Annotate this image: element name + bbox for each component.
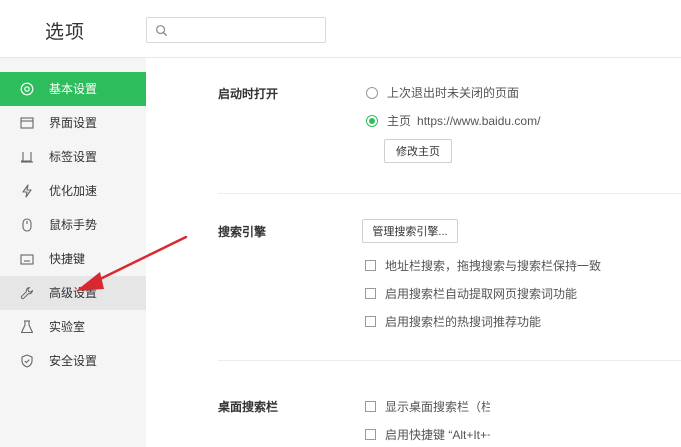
sidebar-item-label: 快捷键 bbox=[49, 252, 86, 266]
section-divider bbox=[218, 360, 681, 361]
sidebar: 基本设置 界面设置 标签设置 优化加速 鼠标手势 快捷键 高级设置 实验室 安全… bbox=[0, 58, 146, 447]
sidebar-item-label: 标签设置 bbox=[49, 150, 98, 164]
startup-option-last-session[interactable]: 上次退出时未关闭的页面 bbox=[366, 84, 519, 101]
option-label: 地址栏搜索，拖拽搜索与搜索栏保持一致 bbox=[385, 259, 602, 273]
sidebar-item-security-settings[interactable]: 安全设置 bbox=[0, 344, 146, 378]
startup-section-label: 启动时打开 bbox=[218, 87, 279, 101]
sidebar-item-label: 界面设置 bbox=[49, 116, 98, 130]
option-label: 启用搜索栏自动提取网页搜索词功能 bbox=[385, 287, 578, 301]
option-label: 启用搜索栏的热搜词推荐功能 bbox=[385, 315, 542, 329]
sidebar-item-interface-settings[interactable]: 界面设置 bbox=[0, 106, 146, 140]
search-option-extract[interactable]: 启用搜索栏自动提取网页搜索词功能 bbox=[365, 285, 577, 302]
page-title: 选项 bbox=[45, 22, 86, 43]
search-option-hot-words[interactable]: 启用搜索栏的热搜词推荐功能 bbox=[365, 313, 541, 330]
checkbox-desktop-hotkey[interactable] bbox=[365, 429, 376, 440]
sidebar-item-basic-settings[interactable]: 基本设置 bbox=[0, 72, 146, 106]
search-engine-section-label: 搜索引擎 bbox=[218, 225, 267, 239]
wrench-icon bbox=[20, 286, 34, 300]
sidebar-item-label: 实验室 bbox=[49, 320, 86, 334]
radio-homepage[interactable] bbox=[366, 114, 378, 127]
sidebar-item-tab-settings[interactable]: 标签设置 bbox=[0, 140, 146, 174]
sidebar-item-label: 高级设置 bbox=[49, 286, 98, 300]
option-label: 显示桌面搜索栏（栏 bbox=[385, 400, 494, 414]
sidebar-item-label: 优化加速 bbox=[49, 184, 98, 198]
desktop-search-option-show[interactable]: 显示桌面搜索栏（栏 bbox=[365, 398, 493, 415]
search-box[interactable] bbox=[146, 17, 326, 43]
option-label: 上次退出时未关闭的页面 bbox=[387, 86, 520, 100]
options-header: 选项 bbox=[0, 0, 681, 58]
sidebar-item-advanced-settings[interactable]: 高级设置 bbox=[0, 276, 146, 310]
sidebar-item-optimize[interactable]: 优化加速 bbox=[0, 174, 146, 208]
startup-option-homepage[interactable]: 主页 https://www.baidu.com/ bbox=[366, 112, 540, 129]
sidebar-item-shortcuts[interactable]: 快捷键 bbox=[0, 242, 146, 276]
bottom-right-mask bbox=[490, 395, 681, 447]
sidebar-item-label: 鼠标手势 bbox=[49, 218, 98, 232]
search-input[interactable] bbox=[173, 21, 321, 39]
radio-last-session[interactable] bbox=[366, 86, 378, 99]
section-divider bbox=[218, 193, 681, 194]
keyboard-icon bbox=[20, 254, 34, 265]
settings-content: 启动时打开 上次退出时未关闭的页面 主页 https://www.baidu.c… bbox=[146, 58, 681, 447]
search-icon bbox=[156, 25, 168, 37]
tab-icon bbox=[21, 152, 33, 163]
search-option-sync[interactable]: 地址栏搜索，拖拽搜索与搜索栏保持一致 bbox=[365, 257, 601, 274]
checkbox-search-extract[interactable] bbox=[365, 288, 376, 299]
option-label: 启用快捷键 “Alt+It++ bbox=[385, 428, 495, 442]
modify-homepage-button[interactable]: 修改主页 bbox=[384, 139, 452, 163]
flask-icon bbox=[20, 320, 34, 334]
shield-icon bbox=[21, 354, 33, 368]
manage-search-engine-button[interactable]: 管理搜索引擎... bbox=[362, 219, 458, 243]
settings-circle-icon bbox=[20, 82, 34, 96]
checkbox-hot-words[interactable] bbox=[365, 316, 376, 327]
window-icon bbox=[20, 117, 34, 129]
sidebar-item-label: 安全设置 bbox=[49, 354, 98, 368]
desktop-search-section-label: 桌面搜索栏 bbox=[218, 400, 279, 414]
sidebar-item-mouse-gesture[interactable]: 鼠标手势 bbox=[0, 208, 146, 242]
checkbox-show-desktop-search[interactable] bbox=[365, 401, 376, 412]
option-label: 主页 bbox=[387, 114, 412, 128]
checkbox-search-sync[interactable] bbox=[365, 260, 376, 271]
sidebar-item-label: 基本设置 bbox=[49, 82, 98, 96]
desktop-search-option-hotkey[interactable]: 启用快捷键 “Alt+It++ bbox=[365, 426, 494, 443]
sidebar-item-lab[interactable]: 实验室 bbox=[0, 310, 146, 344]
mouse-icon bbox=[22, 218, 32, 232]
homepage-url: https://www.baidu.com/ bbox=[417, 113, 541, 128]
lightning-icon bbox=[22, 184, 32, 198]
